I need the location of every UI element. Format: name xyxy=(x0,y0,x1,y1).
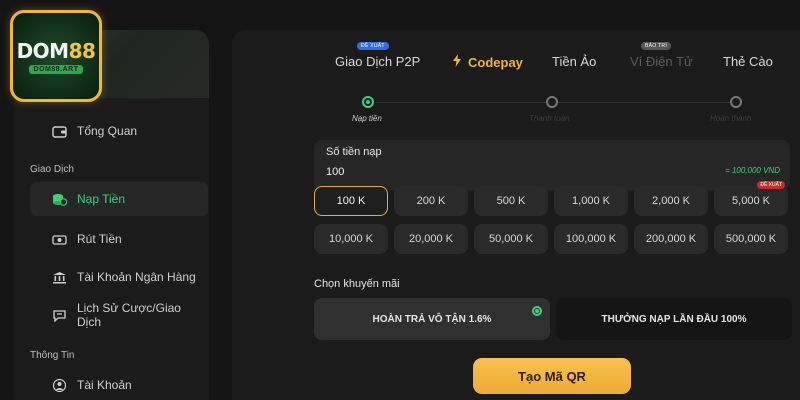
amount-equivalent: = 100,000 VND xyxy=(725,166,780,175)
sidebar-item-label: Rút Tiền xyxy=(77,232,122,246)
amount-option-10000k[interactable]: 10,000 K xyxy=(314,224,388,254)
lightning-icon xyxy=(452,54,462,70)
step-dot-complete xyxy=(730,96,742,108)
bank-icon xyxy=(52,271,67,284)
amount-option-500000k[interactable]: 500,000 K xyxy=(714,224,788,254)
sidebar-item-label: Tài Khoản xyxy=(77,378,132,392)
amount-label: 500,000 K xyxy=(725,233,777,245)
maintenance-badge: BẢO TRÌ xyxy=(641,42,672,50)
logo-text: DOM88 xyxy=(16,38,96,63)
tab-codepay[interactable]: Codepay xyxy=(452,54,523,70)
section-label-info: Thông Tin xyxy=(30,350,75,361)
amount-option-2000k[interactable]: 2,000 K xyxy=(634,186,708,216)
sidebar-item-withdraw[interactable]: Rút Tiền xyxy=(30,222,208,256)
selected-radio-icon xyxy=(532,306,542,316)
tab-p2p[interactable]: ĐỀ XUẤT Giao Dịch P2P xyxy=(335,42,421,69)
step-connector xyxy=(558,102,730,103)
tab-label: Ví Điện Tử xyxy=(630,54,693,69)
amount-option-1000k[interactable]: 1,000 K xyxy=(554,186,628,216)
step-dot-deposit xyxy=(362,96,374,108)
recommend-badge: ĐỀ XUẤT xyxy=(757,181,785,189)
amount-input[interactable] xyxy=(326,166,526,178)
sidebar-item-history[interactable]: Lịch Sử Cược/Giao Dịch xyxy=(30,298,208,332)
amount-label: 1,000 K xyxy=(572,195,610,207)
step-connector xyxy=(376,102,546,103)
amount-label: 200,000 K xyxy=(645,233,697,245)
sidebar-item-label: Lịch Sử Cược/Giao Dịch xyxy=(77,301,181,329)
withdraw-cash-icon xyxy=(52,233,67,246)
step-label-deposit: Nạp tiền xyxy=(352,114,382,123)
sidebar-item-bank-account[interactable]: Tài Khoản Ngân Hàng xyxy=(30,260,208,294)
amount-label: 500 K xyxy=(496,195,526,207)
amount-label: 100,000 K xyxy=(565,233,617,245)
sidebar-item-deposit[interactable]: Nạp Tiền xyxy=(30,182,208,216)
amount-field[interactable]: Số tiền nạp = 100,000 VND xyxy=(314,140,790,190)
promo-option-first-deposit[interactable]: THƯỞNG NẠP LẦN ĐẦU 100% xyxy=(556,298,792,340)
user-icon xyxy=(52,378,67,392)
amount-option-20000k[interactable]: 20,000 K xyxy=(394,224,468,254)
step-label-complete: Hoàn thành xyxy=(710,114,752,123)
brand-logo[interactable]: DOM88 DOM88.ART xyxy=(10,10,102,102)
deposit-coins-icon xyxy=(52,193,67,206)
tab-label: Thẻ Cào xyxy=(723,54,773,69)
amount-option-100000k[interactable]: 100,000 K xyxy=(554,224,628,254)
sidebar-item-label: Tổng Quan xyxy=(77,124,138,138)
sidebar-item-overview[interactable]: Tổng Quan xyxy=(30,114,208,148)
tab-ewallet: BẢO TRÌ Ví Điện Tử xyxy=(630,42,693,69)
wallet-icon xyxy=(52,125,67,138)
amount-label: 20,000 K xyxy=(408,233,454,245)
history-chat-icon xyxy=(52,309,67,322)
promo-option-label: THƯỞNG NẠP LẦN ĐẦU 100% xyxy=(601,313,747,325)
sidebar-item-account[interactable]: Tài Khoản xyxy=(30,368,208,400)
step-dot-payment xyxy=(546,96,558,108)
amount-option-50000k[interactable]: 50,000 K xyxy=(474,224,548,254)
amount-label: 2,000 K xyxy=(652,195,690,207)
amount-option-500k[interactable]: 500 K xyxy=(474,186,548,216)
section-label-transactions: Giao Dịch xyxy=(30,164,74,175)
tab-label: Giao Dịch P2P xyxy=(335,54,421,69)
deposit-panel: ĐỀ XUẤT Giao Dịch P2P Codepay Tiền Ảo BẢ… xyxy=(232,30,800,400)
amount-label: 50,000 K xyxy=(488,233,534,245)
amount-option-200k[interactable]: 200 K xyxy=(394,186,468,216)
amount-option-200000k[interactable]: 200,000 K xyxy=(634,224,708,254)
amount-label: 100 K xyxy=(336,195,366,207)
step-label-payment: Thanh toán xyxy=(529,114,570,123)
amount-label: 10,000 K xyxy=(328,233,374,245)
tab-label: Codepay xyxy=(468,54,523,70)
promo-option-unlimited-rebate[interactable]: HOÀN TRẢ VÔ TẬN 1.6% xyxy=(314,298,550,340)
tab-crypto[interactable]: Tiền Ảo xyxy=(552,54,596,69)
sidebar-item-label: Tài Khoản Ngân Hàng xyxy=(77,270,196,284)
amount-field-label: Số tiền nạp xyxy=(326,146,382,158)
create-qr-button[interactable]: Tạo Mã QR xyxy=(473,358,631,394)
tab-label: Tiền Ảo xyxy=(552,54,597,69)
recommend-badge: ĐỀ XUẤT xyxy=(357,42,389,50)
promo-label: Chọn khuyến mãi xyxy=(314,278,400,290)
amount-option-5000k[interactable]: ĐỀ XUẤT 5,000 K xyxy=(714,181,788,216)
logo-subtext: DOM88.ART xyxy=(28,64,84,74)
amount-label: 5,000 K xyxy=(732,195,770,207)
payment-method-tabs: ĐỀ XUẤT Giao Dịch P2P Codepay Tiền Ảo BẢ… xyxy=(232,42,800,74)
tab-card[interactable]: Thẻ Cào xyxy=(723,54,773,69)
promo-option-label: HOÀN TRẢ VÔ TẬN 1.6% xyxy=(372,313,492,325)
sidebar-item-label: Nạp Tiền xyxy=(77,192,126,206)
amount-option-100k[interactable]: 100 K xyxy=(314,186,388,216)
amount-label: 200 K xyxy=(416,195,446,207)
